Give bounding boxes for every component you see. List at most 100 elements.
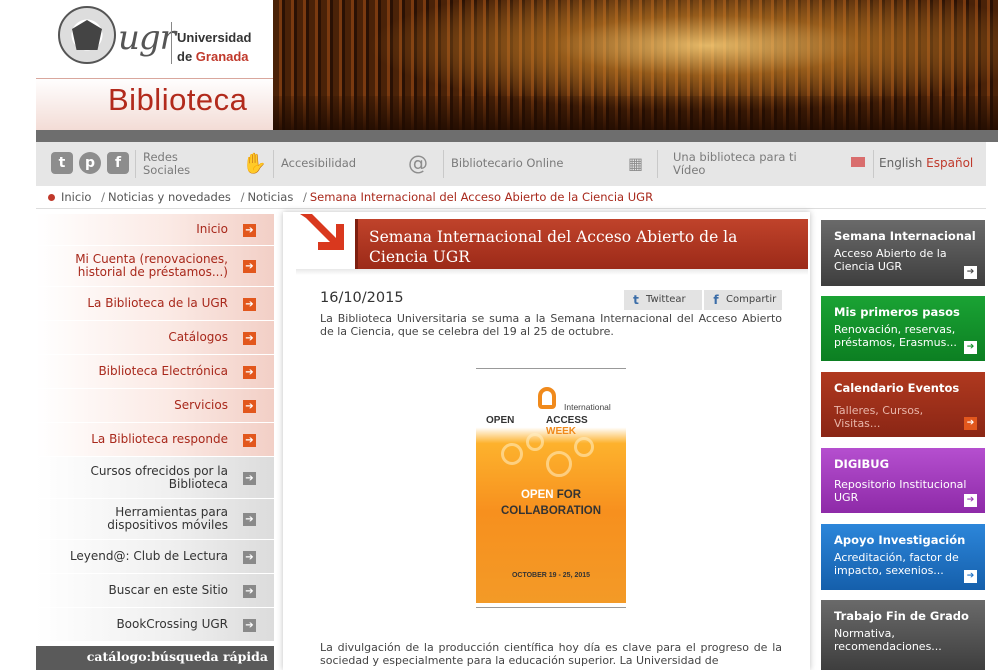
poster-open-for: OPEN FOR	[476, 487, 626, 503]
brand-rule	[36, 78, 273, 79]
arrow-right-icon: ➔	[243, 331, 256, 345]
nav-item-label: Biblioteca	[168, 476, 228, 491]
arrow-right-icon: ➔	[243, 513, 256, 526]
box-calendario-eventos[interactable]: Calendario Eventos Talleres, Cursos, Vis…	[821, 372, 985, 437]
breadcrumb-bullet-icon	[48, 194, 55, 201]
box-title: Trabajo Fin de Grado	[834, 609, 969, 623]
redes-sociales-link[interactable]: Redes Sociales	[143, 151, 190, 177]
nav-item-buscar[interactable]: Buscar en este Sitio ➔	[36, 574, 274, 608]
poster-open-word: OPEN	[520, 489, 554, 501]
utility-toolbar: t p f Redes Sociales ✋ Accesibilidad @ B…	[36, 142, 986, 186]
hand-accessibility-icon: ✋	[242, 151, 267, 175]
toolbar-separator	[873, 150, 874, 178]
box-title: Semana Internacional	[834, 229, 976, 243]
poster-for-word: FOR	[556, 489, 582, 501]
arrow-right-icon: ➔	[243, 471, 256, 485]
box-subtitle: Talleres, Cursos, Visitas...	[834, 404, 924, 430]
arrow-right-icon: ➔	[243, 223, 256, 237]
arrow-right-icon: ➔	[243, 297, 256, 311]
breadcrumb-separator: /	[101, 190, 105, 204]
nav-item-catalogos[interactable]: Catálogos ➔	[36, 321, 274, 355]
nav-item-inicio[interactable]: Inicio ➔	[36, 214, 274, 246]
article-title: Semana Internacional del Acceso Abierto …	[355, 219, 808, 269]
box-subtitle: Normativa, recomendaciones...	[834, 627, 942, 653]
breadcrumb-item[interactable]: Inicio	[61, 190, 91, 204]
nav-item-label: La Biblioteca responde	[91, 432, 228, 446]
twitter-share-button[interactable]: t Twittear	[624, 290, 702, 310]
accesibilidad-link[interactable]: Accesibilidad	[281, 157, 356, 170]
site-title[interactable]: Biblioteca	[108, 82, 247, 118]
box-trabajo-fin-de-grado[interactable]: Trabajo Fin de Grado Normativa, recomend…	[821, 600, 985, 670]
poster-dates: OCTOBER 19 - 25, 2015	[511, 572, 591, 579]
box-subtitle: Acreditación, factor de impacto, sexenio…	[834, 551, 959, 577]
arrow-right-icon: ➔	[243, 399, 256, 413]
box-subtitle: Repositorio Institucional UGR	[834, 478, 967, 504]
nav-item-leyenda[interactable]: Leyend@: Club de Lectura ➔	[36, 540, 274, 574]
poster-open: OPEN	[486, 415, 515, 426]
twitter-icon[interactable]: t	[51, 152, 73, 174]
arrow-right-icon: ➔	[243, 260, 256, 273]
article-date: 16/10/2015	[320, 290, 404, 306]
library-header-photo	[273, 0, 998, 130]
breadcrumb: Inicio / Noticias y novedades / Noticias /…	[36, 190, 653, 208]
poster-bottom-rule	[476, 607, 626, 608]
facebook-icon[interactable]: f	[107, 152, 129, 174]
pinterest-icon[interactable]: p	[79, 152, 101, 174]
breadcrumb-separator: /	[303, 190, 307, 204]
nav-item-biblioteca-electronica[interactable]: Biblioteca Electrónica ➔	[36, 355, 274, 389]
box-apoyo-investigacion[interactable]: Apoyo Investigación Acreditación, factor…	[821, 524, 985, 590]
arrow-right-icon: ➔	[243, 550, 256, 564]
box-title: Apoyo Investigación	[834, 533, 966, 547]
breadcrumb-item[interactable]: Noticias	[247, 190, 293, 204]
university-crest-icon	[58, 6, 116, 64]
nav-item-herramientas[interactable]: Herramientas para dispositivos móviles ➔	[36, 499, 274, 540]
left-navigation: Inicio ➔ Mi Cuenta (renovaciones, histor…	[36, 214, 274, 642]
site-header: ugr Universidad de Granada Biblioteca	[36, 0, 998, 130]
arrow-right-icon: ➔	[243, 365, 256, 379]
video-label-line2: Vídeo	[673, 163, 706, 177]
article-intro: La Biblioteca Universitaria se suma a la…	[320, 312, 782, 338]
nav-item-label: dispositivos móviles	[107, 518, 228, 532]
toolbar-separator	[443, 150, 444, 178]
box-subtitle: Renovación, reservas, préstamos, Erasmus…	[834, 323, 957, 349]
nav-item-servicios[interactable]: Servicios ➔	[36, 389, 274, 423]
university-name-line1: Universidad	[177, 30, 252, 45]
twitter-share-label: Twittear	[646, 294, 686, 305]
nav-item-label: BookCrossing UGR	[116, 617, 228, 631]
brand-block[interactable]: ugr Universidad de Granada Biblioteca	[36, 0, 273, 130]
twitter-icon: t	[633, 293, 639, 307]
toolbar-separator	[657, 150, 658, 178]
lang-english-link[interactable]: English	[879, 156, 922, 170]
poster-top-rule	[476, 368, 626, 369]
arrow-right-icon: ➔	[964, 494, 977, 507]
nav-item-la-biblioteca[interactable]: La Biblioteca de la UGR ➔	[36, 287, 274, 321]
open-access-lock-icon	[538, 387, 556, 409]
box-mis-primeros-pasos[interactable]: Mis primeros pasos Renovación, reservas,…	[821, 296, 985, 361]
box-semana-internacional[interactable]: Semana Internacional Acceso Abierto de l…	[821, 220, 985, 286]
lang-espanol-link[interactable]: Español	[926, 156, 973, 170]
nav-item-biblioteca-responde[interactable]: La Biblioteca responde ➔	[36, 423, 274, 457]
video-link[interactable]: Una biblioteca para ti Vídeo	[673, 151, 797, 177]
facebook-share-label: Compartir	[726, 294, 777, 305]
facebook-share-button[interactable]: f Compartir	[704, 290, 782, 310]
breadcrumb-item[interactable]: Noticias y novedades	[108, 190, 231, 204]
breadcrumb-current: Semana Internacional del Acceso Abierto …	[309, 190, 654, 204]
brand-divider	[171, 22, 172, 64]
box-title: Calendario Eventos	[834, 381, 960, 395]
nav-item-label: Biblioteca Electrónica	[98, 364, 228, 378]
poster-circles-graphic	[496, 433, 606, 483]
bibliotecario-online-link[interactable]: Bibliotecario Online	[451, 157, 563, 170]
catalogo-quick-search[interactable]: catálogo:búsqueda rápida	[36, 646, 274, 670]
nav-item-bookcrossing[interactable]: BookCrossing UGR ➔	[36, 608, 274, 642]
film-video-icon: ▦	[628, 154, 644, 173]
breadcrumb-separator: /	[240, 190, 245, 204]
box-digibug[interactable]: DIGIBUG Repositorio Institucional UGR ➔	[821, 448, 985, 513]
nav-item-label: Buscar en este Sitio	[108, 583, 228, 597]
header-grey-bar	[36, 130, 998, 142]
box-subtitle: Acceso Abierto de la Ciencia UGR	[834, 247, 947, 273]
nav-item-label: Leyend@: Club de Lectura	[69, 549, 228, 563]
nav-item-cursos[interactable]: Cursos ofrecidos por la Biblioteca ➔	[36, 457, 274, 499]
nav-item-mi-cuenta[interactable]: Mi Cuenta (renovaciones, historial de pr…	[36, 246, 274, 287]
nav-item-label: Inicio	[196, 222, 228, 236]
toolbar-separator	[135, 150, 136, 178]
